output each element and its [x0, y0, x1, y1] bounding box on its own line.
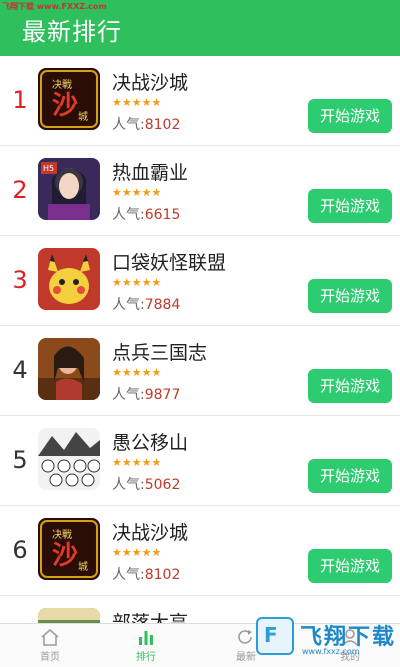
ranking-list[interactable]: 1 决戰 沙 城 决战沙城 ★★★★★ 人气:8102 开始游戏 2 H5 热血…: [0, 56, 400, 623]
rating-stars: ★★★★★: [112, 546, 162, 559]
rank-number: 2: [12, 176, 28, 204]
list-item[interactable]: 2 H5 热血霸业 ★★★★★ 人气:6615 开始游戏: [0, 146, 400, 236]
page-title: 最新排行: [22, 18, 122, 46]
svg-text:沙: 沙: [52, 91, 78, 121]
rating-stars: ★★★★★: [112, 366, 162, 379]
start-game-button[interactable]: 开始游戏: [308, 279, 392, 313]
svg-text:决戰: 决戰: [52, 79, 72, 91]
game-name: 部落大亨: [112, 612, 189, 623]
list-item[interactable]: 3 口袋妖怪联盟 ★★★★★ 人气:7884 开始游戏: [0, 236, 400, 326]
rank-number: 3: [12, 266, 28, 294]
popularity: 人气:5062: [112, 477, 181, 493]
game-name: 口袋妖怪联盟: [112, 252, 227, 274]
start-game-button[interactable]: 开始游戏: [308, 189, 392, 223]
rating-stars: ★★★★★: [112, 276, 162, 289]
home-icon: [41, 629, 59, 646]
tab-label: 排行: [136, 652, 156, 663]
game-name: 决战沙城: [112, 522, 189, 544]
start-game-button[interactable]: 开始游戏: [308, 549, 392, 583]
bar-chart-icon: [139, 631, 153, 645]
popularity: 人气:6615: [112, 207, 181, 223]
svg-text:城: 城: [78, 561, 88, 573]
start-game-button[interactable]: 开始游戏: [308, 99, 392, 133]
popularity: 人气:7884: [112, 297, 181, 313]
tab-ranking[interactable]: 排行: [96, 624, 196, 667]
logo-url: www.fxxz.com: [302, 647, 360, 656]
game-icon-blld[interactable]: [38, 608, 100, 623]
rating-stars: ★★★★★: [112, 186, 162, 199]
game-icon-rxby[interactable]: H5: [38, 158, 100, 220]
game-icon-pikachu[interactable]: [38, 248, 100, 310]
rating-stars: ★★★★★: [112, 456, 162, 469]
site-watermark-logo: F 飞翔下载 www.fxxz.com: [256, 615, 396, 659]
game-name: 愚公移山: [112, 432, 189, 454]
header-bar: 飞翔下载 www.FXXZ.com 最新排行: [0, 0, 400, 56]
rating-stars: ★★★★★: [112, 96, 162, 109]
game-icon-dbsgz[interactable]: [38, 338, 100, 400]
popularity: 人气:8102: [112, 117, 181, 133]
rank-number: 4: [12, 356, 28, 384]
game-icon-jzsc[interactable]: 决戰 沙 城: [38, 518, 100, 580]
tab-label: 首页: [40, 652, 60, 663]
svg-text:H5: H5: [43, 164, 54, 173]
refresh-icon: [238, 630, 252, 644]
list-item[interactable]: 5 愚公移山 ★★★★★ 人气:5062 开始游戏: [0, 416, 400, 506]
game-icon-jzsc[interactable]: 决戰 沙 城: [38, 68, 100, 130]
list-item[interactable]: 1 决戰 沙 城 决战沙城 ★★★★★ 人气:8102 开始游戏: [0, 56, 400, 146]
game-name: 点兵三国志: [112, 342, 208, 364]
game-name: 决战沙城: [112, 72, 189, 94]
game-icon-ygys[interactable]: [38, 428, 100, 490]
logo-icon: F: [256, 617, 294, 655]
svg-text:城: 城: [78, 111, 88, 123]
rank-number: 5: [12, 446, 28, 474]
watermark: 飞翔下载 www.FXXZ.com: [2, 2, 107, 11]
rank-number: 6: [12, 536, 28, 564]
list-item[interactable]: 6 决戰 沙 城 决战沙城 ★★★★★ 人气:8102 开始游戏: [0, 506, 400, 596]
list-item[interactable]: 4 点兵三国志 ★★★★★ 人气:9877 开始游戏: [0, 326, 400, 416]
start-game-button[interactable]: 开始游戏: [308, 459, 392, 493]
tab-home[interactable]: 首页: [0, 624, 100, 667]
svg-text:决戰: 决戰: [52, 529, 72, 541]
popularity: 人气:9877: [112, 387, 181, 403]
game-name: 热血霸业: [112, 162, 189, 184]
rank-number: 1: [12, 86, 28, 114]
start-game-button[interactable]: 开始游戏: [308, 369, 392, 403]
popularity: 人气:8102: [112, 567, 181, 583]
svg-text:沙: 沙: [52, 541, 78, 571]
